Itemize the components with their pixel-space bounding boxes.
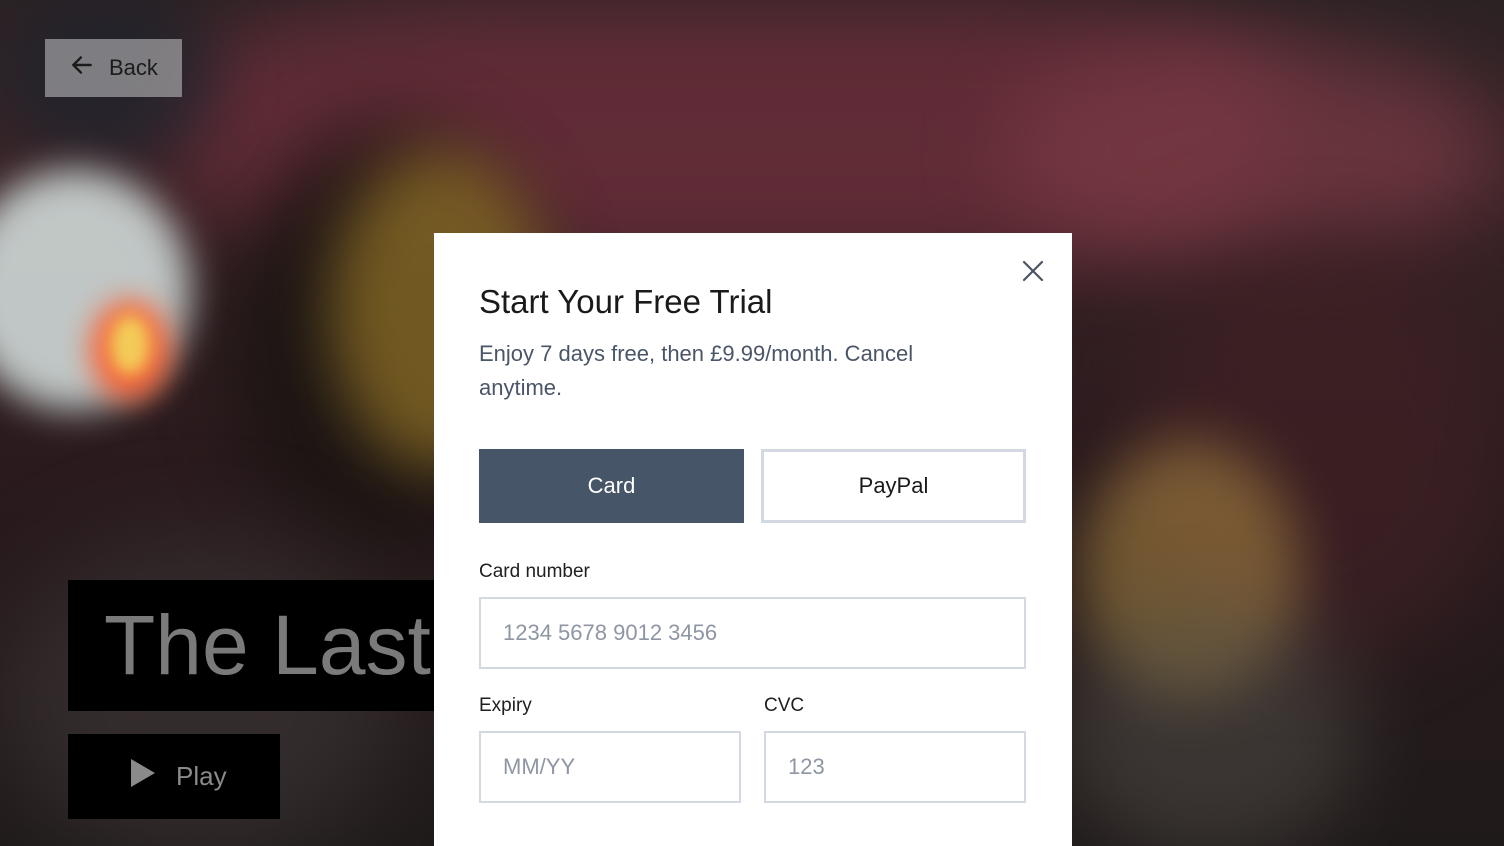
play-button-label: Play	[176, 761, 227, 791]
payment-method-paypal-button[interactable]: PayPal	[761, 449, 1026, 523]
free-trial-modal: Start Your Free Trial Enjoy 7 days free,…	[434, 233, 1072, 846]
payment-method-card-button[interactable]: Card	[479, 449, 744, 523]
modal-subtitle: Enjoy 7 days free, then £9.99/month. Can…	[479, 341, 914, 400]
play-icon	[130, 758, 156, 795]
back-button-label: Back	[109, 55, 158, 80]
expiry-input[interactable]	[479, 731, 741, 803]
play-button[interactable]: Play	[68, 734, 280, 819]
modal-title: Start Your Free Trial	[479, 283, 773, 320]
expiry-label: Expiry	[479, 695, 532, 716]
close-button[interactable]	[1018, 258, 1048, 288]
card-number-input[interactable]	[479, 597, 1026, 669]
arrow-left-icon	[69, 52, 95, 84]
close-icon	[1021, 259, 1045, 288]
back-button[interactable]: Back	[45, 39, 182, 97]
cvc-label: CVC	[764, 695, 805, 716]
cvc-input[interactable]	[764, 731, 1026, 803]
hero-title: The Last	[68, 580, 448, 711]
card-number-label: Card number	[479, 561, 590, 582]
